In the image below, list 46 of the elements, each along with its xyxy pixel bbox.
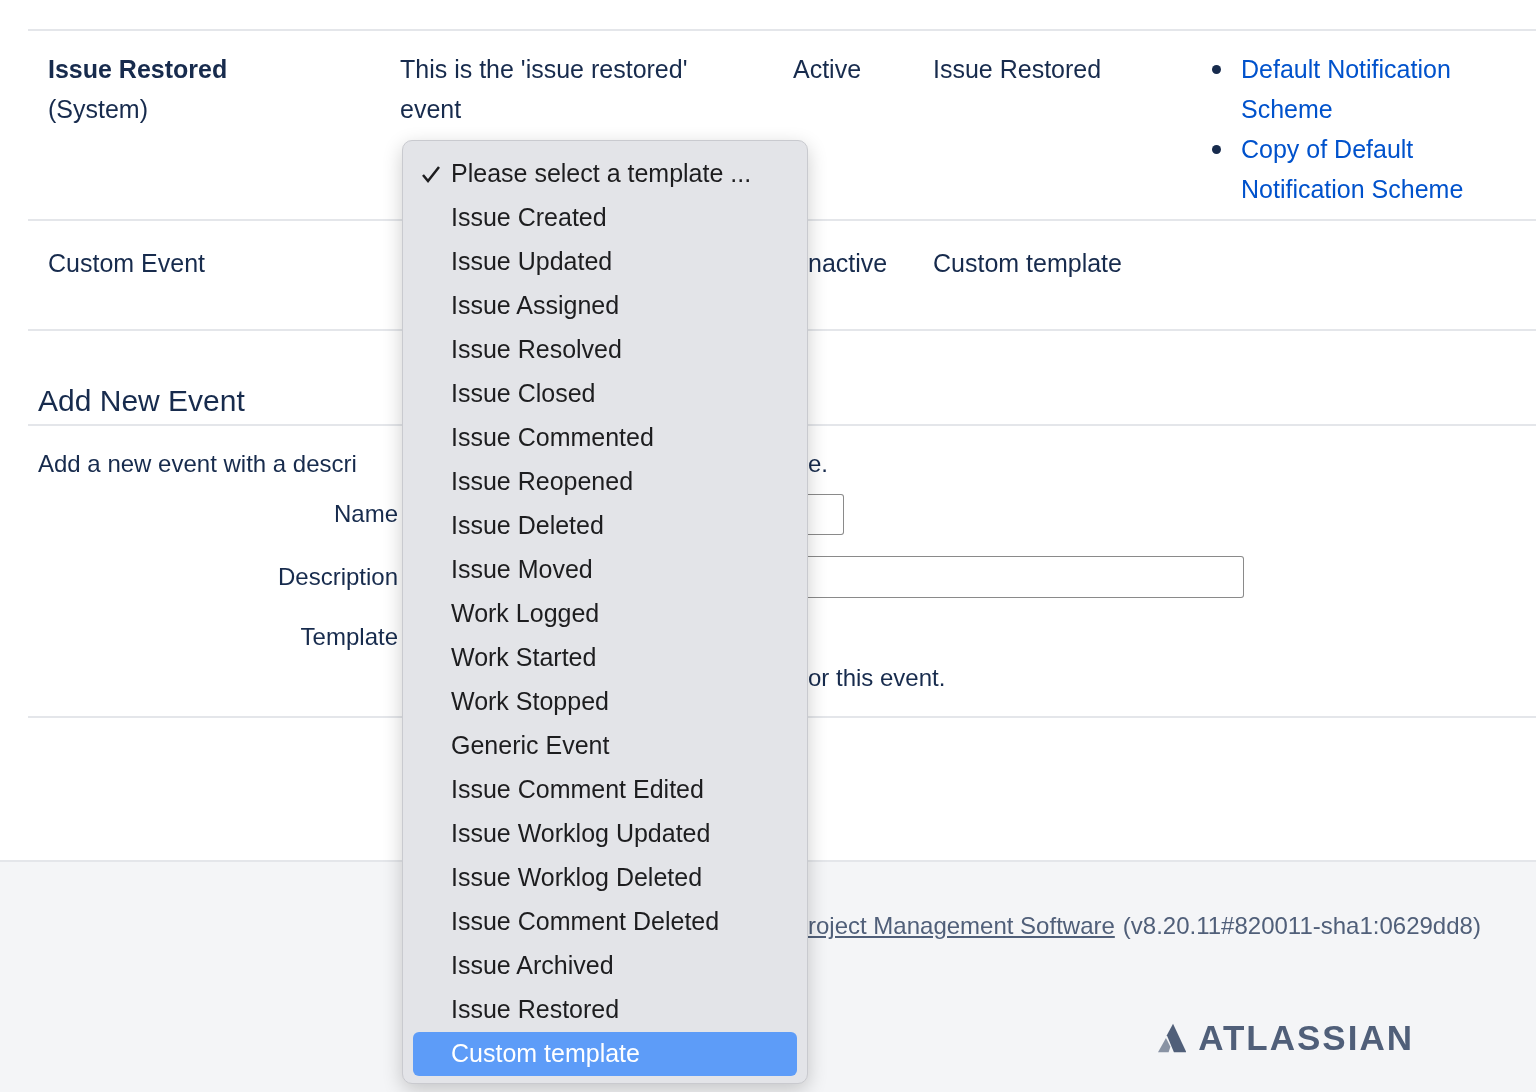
template-option[interactable]: Issue Comment Edited [413, 768, 797, 812]
version-text: (v8.20.11#820011-sha1:0629dd8) [1122, 911, 1481, 941]
intro-text: e. [808, 448, 828, 479]
template-option[interactable]: Issue Archived [413, 944, 797, 988]
field-label: Name [332, 499, 398, 529]
template-option[interactable]: Issue Deleted [413, 504, 797, 548]
logo-mark-icon [1158, 1022, 1187, 1055]
section-heading: Add New Event [38, 383, 245, 419]
field-label: Template [299, 621, 398, 652]
footer-link[interactable]: roject Management Software [808, 908, 1115, 944]
template-option[interactable]: Issue Assigned [413, 284, 797, 328]
event-name: Issue Restored [48, 54, 229, 85]
event-description: This is the 'issue restored' event [400, 54, 689, 125]
bullet-icon [1212, 145, 1221, 154]
template-option[interactable]: Issue Reopened [413, 460, 797, 504]
atlassian-logo[interactable]: ATLASSIAN [1158, 1012, 1414, 1065]
template-option[interactable]: Issue Commented [413, 416, 797, 460]
event-name: Custom Event [48, 248, 206, 279]
notification-scheme-link[interactable]: Default Notification Scheme [1241, 49, 1511, 129]
template-option[interactable]: Issue Closed [413, 372, 797, 416]
intro-text: Add a new event with a descri [38, 448, 358, 479]
template-option[interactable]: Issue Restored [413, 988, 797, 1032]
bullet-icon [1212, 65, 1221, 74]
template-option[interactable]: Generic Event [413, 724, 797, 768]
template-option[interactable]: Issue Worklog Updated [413, 812, 797, 856]
template-option[interactable]: Work Stopped [413, 680, 797, 724]
name-field[interactable] [808, 493, 844, 535]
template-option[interactable]: Issue Worklog Deleted [413, 856, 797, 900]
template-option[interactable]: Work Started [413, 636, 797, 680]
template-option[interactable]: Issue Created [413, 196, 797, 240]
template-option[interactable]: Issue Resolved [413, 328, 797, 372]
event-status: Active [793, 55, 862, 83]
notification-scheme-link[interactable]: Copy of Default Notification Scheme [1241, 129, 1511, 209]
template-hint: or this event. [808, 663, 946, 691]
event-status: nactive [808, 249, 888, 277]
template-option[interactable]: Please select a template ... [413, 152, 797, 196]
checkmark-icon [421, 164, 441, 184]
description-field[interactable] [808, 555, 1244, 598]
event-template: Issue Restored [933, 55, 1102, 83]
event-template: Custom template [933, 249, 1122, 277]
template-option[interactable]: Issue Comment Deleted [413, 900, 797, 944]
template-option[interactable]: Issue Moved [413, 548, 797, 592]
template-option[interactable]: Work Logged [413, 592, 797, 636]
template-option[interactable]: Issue Updated [413, 240, 797, 284]
field-label: Description [276, 561, 398, 592]
event-type-note: (System) [48, 94, 149, 125]
